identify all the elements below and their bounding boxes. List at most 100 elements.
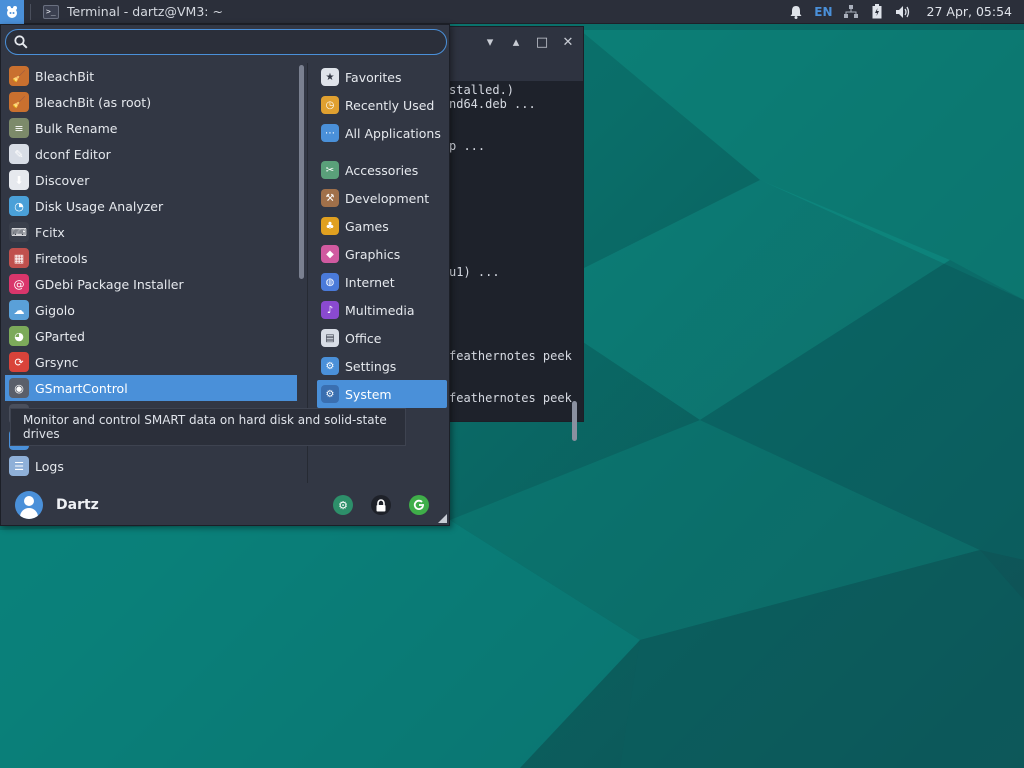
application-list-scrollbar[interactable]	[299, 65, 304, 279]
maximize-icon[interactable]: □	[535, 35, 549, 50]
internet-icon: ◍	[321, 273, 339, 291]
system-tray: EN 27 Apr, 05:54	[788, 0, 1024, 24]
close-icon[interactable]: ✕	[561, 35, 575, 50]
app-item-gsmartcontrol[interactable]: ◉ GSmartControl	[5, 375, 297, 401]
avatar	[15, 491, 43, 519]
bulk-rename-icon: ≡	[9, 118, 29, 138]
search-icon	[14, 35, 28, 49]
lock-screen-icon[interactable]	[371, 495, 391, 515]
app-item-label: Disk Usage Analyzer	[35, 198, 164, 214]
minimize-icon[interactable]: ▾	[483, 35, 497, 50]
gigolo-icon: ☁	[9, 300, 29, 320]
search-input[interactable]	[34, 35, 434, 49]
gsmartcontrol-icon: ◉	[9, 378, 29, 398]
all-applications-icon: ⋯	[321, 124, 339, 142]
app-item-gparted[interactable]: ◕ GParted	[5, 323, 297, 349]
category-development[interactable]: ⚒ Development	[317, 184, 447, 212]
top-panel: >_ Terminal - dartz@VM3: ~ EN 27 Apr, 05…	[0, 0, 1024, 24]
gdebi-icon: @	[9, 274, 29, 294]
app-tooltip: Monitor and control SMART data on hard d…	[10, 408, 406, 446]
category-label: Internet	[345, 274, 395, 290]
app-item-label: GParted	[35, 328, 85, 344]
terminal-line: u1) ...	[449, 265, 500, 279]
category-system[interactable]: ⚙ System	[317, 380, 447, 408]
app-item-logs[interactable]: ☰ Logs	[5, 453, 297, 479]
app-item-fcitx[interactable]: ⌨ Fcitx	[5, 219, 297, 245]
disk-usage-icon: ◔	[9, 196, 29, 216]
app-item-label: dconf Editor	[35, 146, 111, 162]
category-label: All Applications	[345, 125, 441, 141]
whisker-menu-button[interactable]	[0, 0, 24, 24]
app-item-label: BleachBit	[35, 68, 95, 84]
app-item-firetools[interactable]: ▦ Firetools	[5, 245, 297, 271]
battery-icon[interactable]	[869, 4, 885, 20]
app-item-label: GSmartControl	[35, 380, 128, 396]
app-item-label: BleachBit (as root)	[35, 94, 152, 110]
notification-bell-icon[interactable]	[788, 4, 804, 20]
multimedia-icon: ♪	[321, 301, 339, 319]
app-item-bleachbit[interactable]: 🧹 BleachBit	[5, 63, 297, 89]
app-item-bulk-rename[interactable]: ≡ Bulk Rename	[5, 115, 297, 141]
terminal-line: stalled.)	[449, 83, 515, 97]
maximize-restore-icon[interactable]: ▴	[509, 35, 523, 50]
resize-grip-icon[interactable]	[438, 514, 447, 523]
app-item-dconf-editor[interactable]: ✎ dconf Editor	[5, 141, 297, 167]
app-item-grsync[interactable]: ⟳ Grsync	[5, 349, 297, 375]
volume-icon[interactable]	[895, 4, 911, 20]
category-accessories[interactable]: ✂ Accessories	[317, 156, 447, 184]
gparted-icon: ◕	[9, 326, 29, 346]
grsync-icon: ⟳	[9, 352, 29, 372]
app-item-gigolo[interactable]: ☁ Gigolo	[5, 297, 297, 323]
bleachbit-icon: 🧹	[9, 66, 29, 86]
terminal-line: feathernotes peek	[449, 349, 572, 363]
terminal-line: feathernotes peek	[449, 391, 572, 405]
whisker-menu-icon	[7, 5, 17, 18]
category-recently-used[interactable]: ◷ Recently Used	[317, 91, 447, 119]
app-item-bleachbit-as-root[interactable]: 🧹 BleachBit (as root)	[5, 89, 297, 115]
category-graphics[interactable]: ◆ Graphics	[317, 240, 447, 268]
terminal-line: p ...	[449, 139, 486, 153]
category-all-applications[interactable]: ⋯ All Applications	[317, 119, 447, 147]
bleachbit-root-icon: 🧹	[9, 92, 29, 112]
network-icon[interactable]	[843, 4, 859, 20]
discover-icon: ⬇	[9, 170, 29, 190]
category-label: Graphics	[345, 246, 401, 262]
category-label: Accessories	[345, 162, 419, 178]
taskbar-window-title: Terminal - dartz@VM3: ~	[67, 4, 223, 19]
category-internet[interactable]: ◍ Internet	[317, 268, 447, 296]
terminal-scrollbar[interactable]	[572, 401, 577, 441]
system-icon: ⚙	[321, 385, 339, 403]
app-item-label: Discover	[35, 172, 90, 188]
menu-footer: Dartz ⚙	[1, 483, 449, 527]
settings-manager-icon[interactable]: ⚙	[333, 495, 353, 515]
category-label: Settings	[345, 358, 397, 374]
username: Dartz	[56, 497, 99, 513]
tooltip-text: Monitor and control SMART data on hard d…	[23, 413, 387, 441]
app-item-label: Bulk Rename	[35, 120, 118, 136]
graphics-icon: ◆	[321, 245, 339, 263]
development-icon: ⚒	[321, 189, 339, 207]
category-label: Office	[345, 330, 382, 346]
dconf-editor-icon: ✎	[9, 144, 29, 164]
panel-clock[interactable]: 27 Apr, 05:54	[927, 4, 1012, 19]
app-item-gdebi-package-installer[interactable]: @ GDebi Package Installer	[5, 271, 297, 297]
category-spacer	[317, 147, 447, 156]
application-menu: 🧹 BleachBit 🧹 BleachBit (as root) ≡ Bulk Rena…	[0, 24, 450, 526]
app-item-disk-usage-analyzer[interactable]: ◔ Disk Usage Analyzer	[5, 193, 297, 219]
firetools-icon: ▦	[9, 248, 29, 268]
category-settings[interactable]: ⚙ Settings	[317, 352, 447, 380]
app-item-discover[interactable]: ⬇ Discover	[5, 167, 297, 193]
panel-separator	[30, 3, 31, 20]
category-office[interactable]: ▤ Office	[317, 324, 447, 352]
log-out-icon[interactable]	[409, 495, 429, 515]
category-label: Recently Used	[345, 97, 435, 113]
category-games[interactable]: ♣ Games	[317, 212, 447, 240]
keyboard-layout-indicator[interactable]: EN	[814, 5, 832, 19]
favorites-icon: ★	[321, 68, 339, 86]
app-item-label: Grsync	[35, 354, 79, 370]
search-box[interactable]	[5, 29, 447, 55]
games-icon: ♣	[321, 217, 339, 235]
taskbar-terminal-button[interactable]: >_ Terminal - dartz@VM3: ~	[37, 0, 229, 24]
category-favorites[interactable]: ★ Favorites	[317, 63, 447, 91]
category-multimedia[interactable]: ♪ Multimedia	[317, 296, 447, 324]
